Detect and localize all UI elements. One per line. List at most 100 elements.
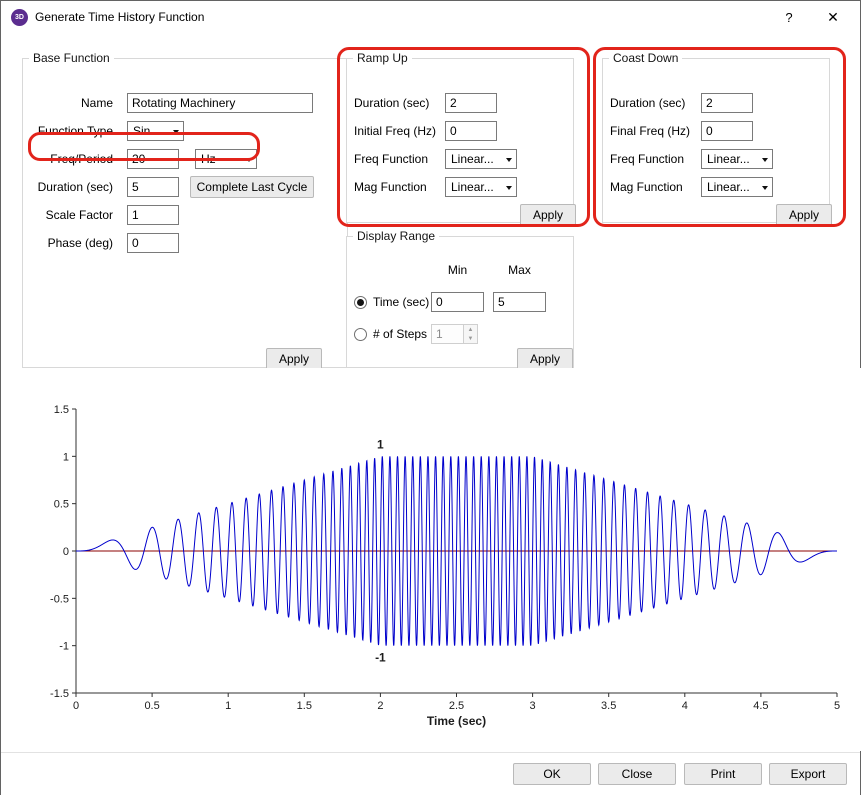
coast-freq-function-dropdown[interactable]: Linear... (701, 149, 773, 169)
coast-duration-label: Duration (sec) (610, 96, 701, 110)
y-tick-label: -1 (59, 641, 69, 653)
chevron-down-icon (506, 186, 512, 190)
x-tick-label: 1.5 (297, 700, 312, 712)
time-max-input[interactable] (493, 292, 546, 312)
time-range-row: Time (sec) (354, 291, 567, 313)
freq-unit-dropdown[interactable]: Hz (195, 149, 257, 169)
coast-mag-function-label: Mag Function (610, 180, 701, 194)
base-function-legend: Base Function (29, 51, 114, 65)
coast-mag-function-dropdown[interactable]: Linear... (701, 177, 773, 197)
coast-down-legend: Coast Down (609, 51, 682, 65)
coast-freq-function-row: Freq Function Linear... (610, 148, 823, 170)
peak-annotation: -1 (375, 651, 386, 665)
x-tick-label: 0 (73, 700, 79, 712)
ramp-duration-input[interactable] (445, 93, 497, 113)
app-icon: 3D (11, 9, 28, 26)
base-apply-button[interactable]: Apply (266, 348, 322, 370)
phase-row: Phase (deg) (29, 232, 341, 254)
freq-period-label: Freq/Period (29, 152, 113, 166)
ramp-freq-function-dropdown[interactable]: Linear... (445, 149, 517, 169)
x-tick-label: 2 (377, 700, 383, 712)
freq-unit-value: Hz (201, 152, 216, 166)
function-type-row: Function Type Sin (29, 120, 341, 142)
ramp-mag-function-label: Mag Function (354, 180, 445, 194)
generate-time-history-dialog: 3D Generate Time History Function ? ✕ Ba… (0, 0, 861, 795)
ok-button[interactable]: OK (513, 763, 591, 785)
coast-freq-function-value: Linear... (707, 152, 750, 166)
duration-row: Duration (sec) Complete Last Cycle (29, 176, 341, 198)
ramp-up-apply-button[interactable]: Apply (520, 204, 576, 226)
y-tick-label: 1 (63, 451, 69, 463)
coast-duration-input[interactable] (701, 93, 753, 113)
max-header: Max (493, 263, 546, 277)
coast-down-apply-button[interactable]: Apply (776, 204, 832, 226)
time-history-plot: -1.5-1-0.500.511.500.511.522.533.544.551… (1, 368, 861, 751)
function-type-dropdown[interactable]: Sin (127, 121, 184, 141)
y-tick-label: -0.5 (50, 593, 69, 605)
steps-spinner: ▲ ▼ (431, 324, 478, 344)
name-row: Name (29, 92, 341, 114)
initial-freq-input[interactable] (445, 121, 497, 141)
ramp-mag-function-value: Linear... (451, 180, 494, 194)
initial-freq-label: Initial Freq (Hz) (354, 124, 445, 138)
help-button[interactable]: ? (774, 1, 804, 33)
ramp-freq-function-label: Freq Function (354, 152, 445, 166)
num-steps-label: # of Steps (373, 327, 427, 341)
coast-down-group: Coast Down Duration (sec) Final Freq (Hz… (602, 51, 830, 223)
title-bar: 3D Generate Time History Function ? ✕ (1, 1, 860, 33)
time-range-label: Time (sec) (373, 295, 429, 309)
name-input[interactable] (127, 93, 313, 113)
y-tick-label: 1.5 (54, 404, 69, 416)
final-freq-label: Final Freq (Hz) (610, 124, 701, 138)
freq-period-input[interactable] (127, 149, 179, 169)
coast-mag-function-row: Mag Function Linear... (610, 176, 823, 198)
display-range-group: Display Range Min Max Time (sec) # of St… (346, 229, 574, 368)
time-range-radio[interactable] (354, 296, 367, 309)
num-steps-radio[interactable] (354, 328, 367, 341)
print-button[interactable]: Print (684, 763, 762, 785)
initial-freq-row: Initial Freq (Hz) (354, 120, 567, 142)
x-tick-label: 5 (834, 700, 840, 712)
spinner-down-icon: ▼ (464, 334, 477, 343)
coast-freq-function-label: Freq Function (610, 152, 701, 166)
function-type-value: Sin (133, 124, 150, 138)
ramp-mag-function-dropdown[interactable]: Linear... (445, 177, 517, 197)
duration-label: Duration (sec) (29, 180, 113, 194)
coast-duration-row: Duration (sec) (610, 92, 823, 114)
display-range-apply-button[interactable]: Apply (517, 348, 573, 370)
display-range-legend: Display Range (353, 229, 439, 243)
min-header: Min (431, 263, 484, 277)
ramp-duration-label: Duration (sec) (354, 96, 445, 110)
time-min-input[interactable] (431, 292, 484, 312)
final-freq-input[interactable] (701, 121, 753, 141)
name-label: Name (29, 96, 113, 110)
x-tick-label: 2.5 (449, 700, 464, 712)
duration-input[interactable] (127, 177, 179, 197)
close-button[interactable]: Close (598, 763, 676, 785)
ramp-freq-function-row: Freq Function Linear... (354, 148, 567, 170)
function-type-label: Function Type (29, 124, 113, 138)
final-freq-row: Final Freq (Hz) (610, 120, 823, 142)
footer-bar: OK Close Print Export (1, 752, 860, 795)
x-tick-label: 4 (682, 700, 688, 712)
x-tick-label: 0.5 (144, 700, 159, 712)
x-tick-label: 3.5 (601, 700, 616, 712)
scale-factor-input[interactable] (127, 205, 179, 225)
complete-last-cycle-button[interactable]: Complete Last Cycle (190, 176, 314, 198)
peak-annotation: 1 (377, 437, 384, 451)
titlebar-close-button[interactable]: ✕ (818, 1, 848, 33)
phase-input[interactable] (127, 233, 179, 253)
ramp-mag-function-row: Mag Function Linear... (354, 176, 567, 198)
num-steps-row: # of Steps ▲ ▼ (354, 323, 567, 345)
freq-period-row: Freq/Period Hz (29, 148, 341, 170)
export-button[interactable]: Export (769, 763, 847, 785)
chevron-down-icon (762, 158, 768, 162)
coast-mag-function-value: Linear... (707, 180, 750, 194)
window-title: Generate Time History Function (35, 10, 204, 24)
phase-label: Phase (deg) (29, 236, 113, 250)
x-tick-label: 3 (530, 700, 536, 712)
chevron-down-icon (762, 186, 768, 190)
ramp-up-group: Ramp Up Duration (sec) Initial Freq (Hz)… (346, 51, 574, 223)
ramp-up-legend: Ramp Up (353, 51, 412, 65)
y-tick-label: -1.5 (50, 688, 69, 700)
